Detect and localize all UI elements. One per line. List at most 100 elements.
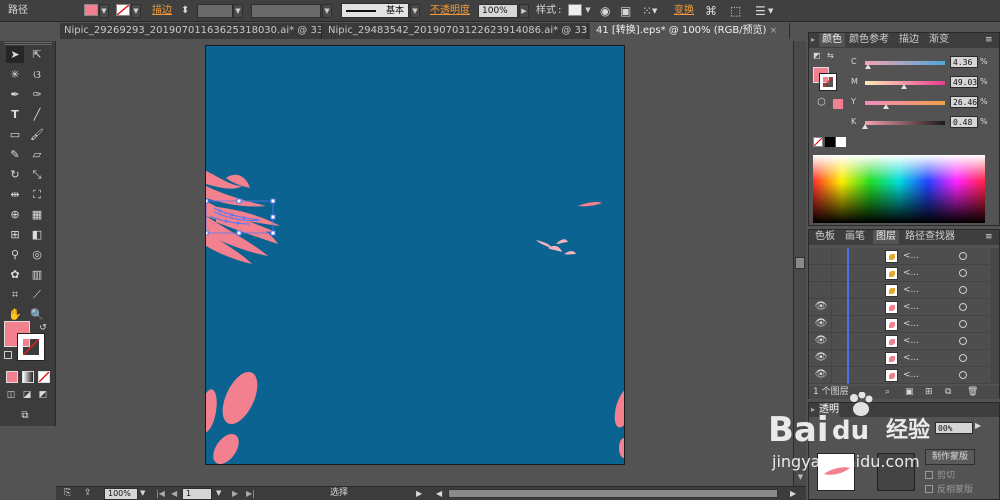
m-value[interactable]: 49.03: [950, 76, 978, 88]
opacity-field[interactable]: 100%: [478, 4, 518, 18]
y-slider[interactable]: [865, 101, 945, 105]
lasso-tool-icon[interactable]: ଓ: [28, 66, 46, 83]
selection-tool-icon[interactable]: ➤: [6, 46, 24, 63]
layer-name[interactable]: <...: [903, 316, 919, 333]
style-swatch[interactable]: [568, 4, 582, 16]
stroke-color-box[interactable]: [17, 333, 45, 361]
target-circle-icon[interactable]: [959, 286, 967, 294]
none-mode-icon[interactable]: [38, 371, 50, 383]
tab-doc-2[interactable]: Nipic_29483542_20190703122623914086.ai* …: [322, 23, 588, 39]
c-value[interactable]: 4.36: [950, 56, 978, 68]
layer-row[interactable]: <...: [809, 265, 989, 282]
swap-colors-icon[interactable]: ↺: [34, 320, 52, 337]
panel-menu-icon[interactable]: ☰: [755, 0, 766, 22]
c-slider[interactable]: [865, 61, 945, 65]
blob-shapes[interactable]: [206, 367, 265, 465]
width-tool-icon[interactable]: ⇹: [6, 186, 24, 203]
target-circle-icon[interactable]: [959, 252, 967, 260]
opacity-dropdown[interactable]: ▶: [519, 4, 529, 18]
tab-brushes[interactable]: 画笔: [845, 230, 865, 244]
last-artboard-button[interactable]: ▶|: [246, 487, 255, 500]
layers-options-icon[interactable]: ≡: [985, 230, 993, 244]
zoom-field[interactable]: 100%: [104, 488, 138, 500]
export-icon[interactable]: ⎘: [64, 487, 71, 500]
tab-doc-3[interactable]: 41 [转换].eps* @ 100% (RGB/预览) ×: [590, 23, 790, 39]
layer-name[interactable]: <...: [903, 299, 919, 316]
graph-tool-icon[interactable]: ▥: [28, 266, 46, 283]
hscroll-right-arrow[interactable]: ▶: [790, 487, 796, 500]
transform-link[interactable]: 变换: [674, 0, 694, 22]
k-slider[interactable]: [865, 121, 945, 125]
stroke-weight-field[interactable]: [197, 4, 233, 18]
artboard-canvas[interactable]: [205, 45, 625, 465]
brush-profile-dropdown[interactable]: ▼: [410, 4, 420, 18]
layer-row[interactable]: <...: [809, 248, 989, 265]
panel-grip[interactable]: [4, 42, 52, 45]
default-colors-icon[interactable]: [4, 351, 12, 359]
next-artboard-button[interactable]: ▶: [232, 487, 238, 500]
pencil-tool-icon[interactable]: ✎: [6, 146, 24, 163]
opacity-label[interactable]: 不透明度: [430, 0, 470, 22]
layer-name[interactable]: <...: [903, 282, 919, 299]
line-tool-icon[interactable]: ╱: [28, 106, 46, 123]
rotate-tool-icon[interactable]: ↻: [6, 166, 24, 183]
artboard-number-field[interactable]: 1: [182, 488, 212, 500]
gradient-tool-icon[interactable]: ◧: [28, 226, 46, 243]
target-circle-icon[interactable]: [959, 269, 967, 277]
eye-icon[interactable]: 👁: [813, 333, 829, 349]
mesh-tool-icon[interactable]: ⊞: [6, 226, 24, 243]
draw-inside-icon[interactable]: ◩: [34, 387, 52, 404]
pen-tool-icon[interactable]: ✒: [6, 86, 24, 103]
artboard-tool-icon[interactable]: ⌗: [6, 286, 24, 303]
stroke-dropdown[interactable]: ▼: [131, 4, 141, 18]
white-swatch[interactable]: [836, 137, 846, 147]
screen-mode-icon[interactable]: ⧉: [16, 407, 34, 424]
eye-hidden-slot[interactable]: [813, 248, 829, 264]
perspective-grid-tool-icon[interactable]: ▦: [28, 206, 46, 223]
fill-dropdown[interactable]: ▼: [99, 4, 109, 18]
y-thumb[interactable]: [882, 104, 889, 109]
layer-name[interactable]: <...: [903, 367, 919, 384]
stroke-weight-dropdown[interactable]: ▼: [233, 4, 243, 18]
black-swatch[interactable]: [825, 137, 835, 147]
m-thumb[interactable]: [901, 84, 908, 89]
symbol-sprayer-tool-icon[interactable]: ✿: [6, 266, 24, 283]
eye-icon[interactable]: 👁: [813, 316, 829, 332]
first-artboard-button[interactable]: |◀: [156, 487, 165, 500]
layer-name[interactable]: <...: [903, 265, 919, 282]
panel-menu-dropdown[interactable]: ▼: [768, 0, 773, 22]
target-circle-icon[interactable]: [959, 337, 967, 345]
tab-doc-1[interactable]: Nipic_29269293_20190701163625318030.ai* …: [60, 23, 322, 39]
eye-hidden-slot[interactable]: [813, 265, 829, 281]
magic-wand-tool-icon[interactable]: ✳: [6, 66, 24, 83]
target-circle-icon[interactable]: [959, 354, 967, 362]
tab-color-guide[interactable]: 颜色参考: [849, 33, 889, 47]
tab-stroke[interactable]: 描边: [899, 33, 919, 47]
stroke-label[interactable]: 描边: [152, 0, 172, 22]
share-icon[interactable]: ⇪: [84, 487, 92, 500]
c-thumb[interactable]: [865, 64, 872, 69]
target-circle-icon[interactable]: [959, 371, 967, 379]
gradient-mode-icon[interactable]: [22, 371, 34, 383]
type-tool-icon[interactable]: T: [6, 106, 24, 123]
k-thumb[interactable]: [862, 124, 869, 129]
eye-icon[interactable]: 👁: [813, 367, 829, 383]
tab-pathfinder[interactable]: 路径查找器: [905, 230, 955, 244]
stroke-swatch[interactable]: [116, 4, 130, 16]
target-circle-icon[interactable]: [959, 320, 967, 328]
transform-grid-dropdown[interactable]: ▼: [652, 0, 657, 22]
collapse-icon[interactable]: ▸: [811, 33, 815, 47]
prev-artboard-button[interactable]: ◀: [171, 487, 177, 500]
recolor-icon[interactable]: ◉: [600, 0, 610, 22]
target-circle-icon[interactable]: [959, 303, 967, 311]
curvature-tool-icon[interactable]: ✑: [28, 86, 46, 103]
close-icon[interactable]: ×: [770, 26, 778, 36]
eyedropper-tool-icon[interactable]: ⚲: [6, 246, 24, 263]
stroke-weight-stepper[interactable]: ⬍: [181, 0, 189, 22]
layer-row[interactable]: <...: [809, 282, 989, 299]
scroll-thumb[interactable]: [795, 257, 805, 269]
bird-shapes[interactable]: [536, 239, 576, 255]
none-color-swatch[interactable]: [813, 137, 823, 147]
layer-row[interactable]: 👁 <...: [809, 316, 989, 333]
variable-width-dropdown[interactable]: ▼: [322, 4, 332, 18]
